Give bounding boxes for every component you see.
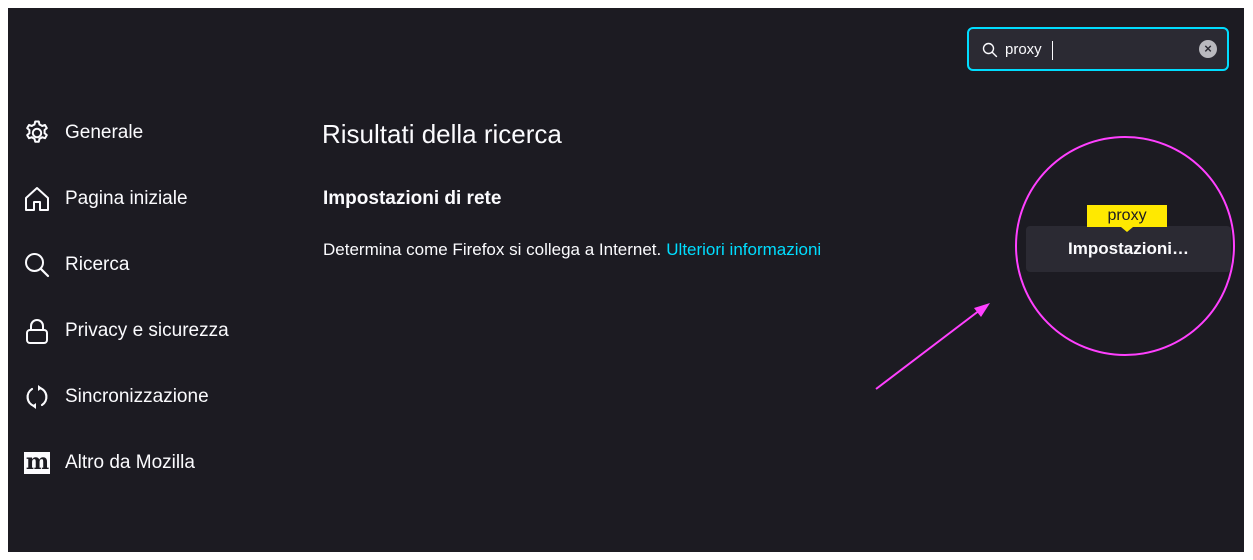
home-icon: [22, 184, 52, 214]
annotation-arrowhead: [974, 303, 990, 317]
network-settings-button[interactable]: Impostazioni…: [1026, 226, 1231, 272]
learn-more-link[interactable]: Ulteriori informazioni: [666, 240, 821, 259]
page-title: Risultati della ricerca: [322, 119, 562, 149]
section-title: Impostazioni di rete: [323, 188, 502, 209]
description-text: Determina come Firefox si collega a Inte…: [323, 240, 662, 259]
mozilla-icon: m: [24, 452, 50, 474]
close-icon[interactable]: ×: [1199, 40, 1217, 58]
lock-icon: [22, 316, 52, 346]
network-description: Determina come Firefox si collega a Inte…: [323, 240, 821, 260]
sidebar-item-ricerca[interactable]: Ricerca: [22, 248, 282, 282]
search-match-tooltip: proxy: [1087, 205, 1167, 232]
sidebar-item-label: Pagina iniziale: [65, 188, 188, 209]
sidebar-item-label: Altro da Mozilla: [65, 452, 195, 473]
sidebar-item-label: Privacy e sicurezza: [65, 320, 229, 341]
annotation-arrow: [875, 309, 981, 390]
text-caret: [1052, 41, 1053, 60]
search-input[interactable]: [1005, 37, 1185, 61]
sidebar-item-pagina-iniziale[interactable]: Pagina iniziale: [22, 182, 282, 216]
sidebar-item-altro-da-mozilla[interactable]: m Altro da Mozilla: [22, 446, 282, 480]
search-box[interactable]: ×: [967, 27, 1229, 71]
search-icon: [982, 42, 998, 58]
sidebar-item-label: Ricerca: [65, 254, 130, 275]
sync-icon: [22, 382, 52, 412]
search-icon: [22, 250, 52, 280]
sidebar-item-sincronizzazione[interactable]: Sincronizzazione: [22, 380, 282, 414]
sidebar-item-privacy[interactable]: Privacy e sicurezza: [22, 314, 282, 348]
preferences-window: × Generale Pagina iniziale: [8, 8, 1244, 552]
sidebar: Generale Pagina iniziale Ricerca Privacy…: [8, 8, 288, 552]
sidebar-item-label: Sincronizzazione: [65, 386, 209, 407]
sidebar-item-label: Generale: [65, 122, 144, 143]
sidebar-item-generale[interactable]: Generale: [22, 116, 282, 150]
gear-icon: [22, 118, 52, 148]
